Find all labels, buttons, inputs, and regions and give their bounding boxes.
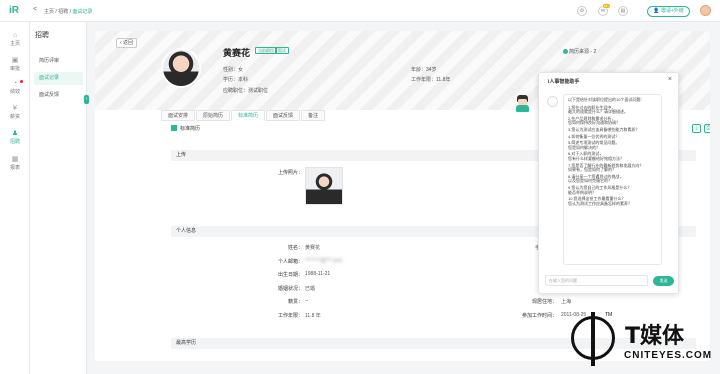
city-label: 现居住地： <box>531 299 557 305</box>
subnav-item-interview-feedback[interactable]: 面试反馈 <box>34 89 83 102</box>
back-arrow-icon[interactable]: < <box>33 6 37 13</box>
close-icon[interactable]: × <box>668 76 672 83</box>
approval-icon: ▣ <box>11 57 19 64</box>
start-date-label: 参加工作时间： <box>521 313 557 319</box>
origin-label: 籍贯： <box>287 299 303 305</box>
ai-message-line: 6.对于入职的测试， 您有什么样要额给好铭相方法？ <box>568 151 624 161</box>
age-info: 年龄：34岁 <box>411 67 437 73</box>
sidebar-item-home[interactable]: ⌂ 主页 <box>0 32 30 47</box>
report-icon: ▦ <box>11 156 19 163</box>
sidebar-item-recruit[interactable]: ♟ 招聘 <box>0 130 30 145</box>
breadcrumb-item-current: 面试记录 <box>72 9 93 15</box>
applied-position-info: 应聘职位：测试职位 <box>223 88 269 94</box>
breadcrumb-item-recruit[interactable]: 招聘 <box>58 9 68 15</box>
ai-message-line: 7.您是否了解行业的最新趋势和发展方向？ 如果有，您是如何了解的？ <box>568 162 644 173</box>
ai-message-line: 10.您选择这份工作最看重什么？ 您认为测试工作应具备怎样的素养？ <box>568 196 632 206</box>
sidebar-item-report[interactable]: ▦ 报表 <box>0 156 30 171</box>
notification-dot <box>20 80 23 83</box>
city-value: 上海 <box>561 299 572 305</box>
back-button[interactable]: ‹ 返回 <box>116 38 137 48</box>
ai-message-line: 1.您在过去的职业生涯中， 最大的成就是什么？请详细描述。 <box>568 104 628 115</box>
subnav-title: 招聘 <box>35 32 49 39</box>
salary-icon: ¥ <box>13 105 17 112</box>
candidate-photo <box>161 48 201 88</box>
settings-icon[interactable]: ⚙ <box>577 6 587 16</box>
breadcrumb-item-home[interactable]: 主页 <box>44 9 54 15</box>
recruit-icon: ♟ <box>11 130 19 137</box>
tab-interview-feedback[interactable]: 面试反馈 <box>266 110 301 121</box>
years-label: 工作年限： <box>277 313 303 319</box>
sidebar-item-performance[interactable]: ◔ 绩效 <box>0 80 30 95</box>
section-title: 标准简历 <box>171 125 200 132</box>
birth-value: 1988-11-21 <box>305 271 331 277</box>
years-value: 11.8 年 <box>305 313 321 319</box>
ai-message-line: 5.简述专项测试的常见问题。 您是如何解决的？ <box>568 140 620 150</box>
ai-message-bubble: 以下是给针对该职位提出的10个面试问题： 1.您在过去的职业生涯中， 最大的成就… <box>563 94 662 265</box>
tab-interview-schedule[interactable]: 面试安排 <box>161 110 196 121</box>
education-info: 学历：本科 <box>223 77 249 83</box>
marital-label: 婚姻状况： <box>277 286 303 292</box>
tab-original-resume[interactable]: 原始简历 <box>196 110 231 121</box>
performance-icon: ◔ <box>12 80 18 87</box>
origin-value: -- <box>305 298 309 304</box>
message-icon[interactable]: ✉ 99+ <box>598 4 610 16</box>
status-indicator: 简历来源 - 2 <box>563 48 596 55</box>
home-icon: ⌂ <box>12 32 18 39</box>
subnav-item-interview-record[interactable]: 面试记录 <box>34 72 83 85</box>
sidebar: ⌂ 主页 ▣ 审批 ◔ 绩效 ¥ 薪资 ♟ 招聘 ▦ 报表 <box>0 22 30 374</box>
top-bar: iR < 主页 / 招聘 / 面试记录 ⚙ ✉ 99+ ▤ 👤 邀请+外链 <box>0 0 720 22</box>
gender-info: 性别：女 <box>223 67 244 73</box>
invite-button[interactable]: 👤 邀请+外链 <box>647 6 690 17</box>
user-avatar[interactable] <box>700 5 711 16</box>
watermark-logo: TM T媒体 CNITEYES.COM <box>567 312 717 372</box>
tab-standard-resume[interactable]: 标准简历 <box>231 110 266 121</box>
position-tag: 当前职位 <box>255 47 277 54</box>
subnav-item-resume-review[interactable]: 简历评审 <box>34 55 83 68</box>
download-icon[interactable]: ⤓ <box>692 124 701 133</box>
sub-navigation: 招聘 简历评审 面试记录 面试反馈 <box>30 22 87 374</box>
name-value: 黄赛花 <box>305 245 321 251</box>
collapse-sidebar-handle[interactable]: ‹ <box>84 95 89 104</box>
email-label: 个人邮箱： <box>277 259 303 265</box>
invite-icon: 👤 <box>653 8 660 14</box>
ai-message-line: 2.在产品规划和需求分析， 您如何保持良好沟通和协调？ <box>568 115 620 126</box>
ai-message-line: 8.请分享一个您遇到过的挑战， 以及您是如何克服它的？ <box>568 173 624 184</box>
ai-message-line: 以下是给针对该职位提出的10个面试问题： <box>568 97 645 102</box>
print-icon[interactable]: ⎙ <box>704 124 710 133</box>
upload-photo-label: 上传照片： <box>277 170 303 176</box>
ai-message-line: 9.您认为您自己的工作风格是什么？ 能否举例说明？ <box>568 184 632 195</box>
assistant-robot-icon[interactable] <box>515 95 530 112</box>
uploaded-photo[interactable] <box>305 167 343 205</box>
stage-tag: 面试 <box>275 47 289 54</box>
message-badge: 99+ <box>602 4 610 8</box>
ai-question-input[interactable]: 在输入您的问题 <box>545 275 648 286</box>
send-button[interactable]: 发送 <box>653 276 674 286</box>
marital-value: 已婚 <box>305 286 316 292</box>
breadcrumb: 主页 / 招聘 / 面试记录 <box>44 9 93 15</box>
sidebar-item-approval[interactable]: ▣ 审批 <box>0 57 30 72</box>
calendar-icon[interactable]: ▤ <box>618 6 628 16</box>
tab-notes[interactable]: 备注 <box>301 110 326 121</box>
candidate-name: 黄赛花 <box>223 48 251 58</box>
email-value: ********@***.com <box>305 258 343 264</box>
work-years-info: 工作年限：11.8年 <box>411 77 451 83</box>
status-dot-icon <box>563 49 568 54</box>
birth-label: 出生日期： <box>277 272 303 278</box>
name-label: 姓名： <box>287 245 303 251</box>
app-logo[interactable]: iR <box>9 5 19 16</box>
sidebar-item-salary[interactable]: ¥ 薪资 <box>0 105 30 120</box>
ai-panel-title: i人事智能助手 <box>548 79 580 85</box>
ai-message-line: 4.如何衡量一位优秀的测试？ <box>568 133 620 139</box>
ai-avatar <box>547 96 558 107</box>
ai-assistant-panel: i人事智能助手 × 以下是给针对该职位提出的10个面试问题： 1.您在过去的职业… <box>538 72 679 294</box>
ai-message-line: 3.您认为测试应该具备哪些能力和素质？ <box>568 126 640 132</box>
